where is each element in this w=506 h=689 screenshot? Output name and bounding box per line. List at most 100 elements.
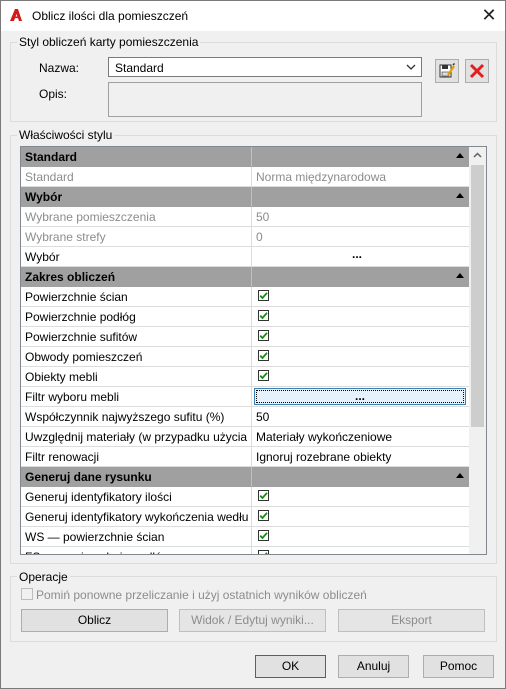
- skip-recalc-checkbox[interactable]: [21, 588, 33, 600]
- grid-property-row: Wybór...: [21, 247, 470, 267]
- grid-name-cell: Wybrane pomieszczenia: [21, 207, 252, 227]
- grid-property-row: Generuj identyfikatory wykończenia wedłu: [21, 507, 470, 527]
- scroll-thumb[interactable]: [471, 165, 484, 427]
- grid-value-cell[interactable]: Ignoruj rozebrane obiekty: [252, 447, 470, 467]
- grid-value-cell[interactable]: [252, 547, 470, 554]
- grid-name-cell: Współczynnik najwyższego sufitu (%): [21, 407, 252, 427]
- cancel-button-label: Anuluj: [356, 659, 391, 673]
- grid-value-cell[interactable]: [252, 367, 470, 387]
- property-checkbox[interactable]: [258, 490, 269, 501]
- save-style-button[interactable]: [435, 59, 459, 83]
- property-value: Norma międzynarodowa: [256, 170, 387, 184]
- grid-value-cell[interactable]: [252, 507, 470, 527]
- grid-value-cell[interactable]: ...: [252, 387, 470, 407]
- checkmark-icon: [264, 552, 268, 554]
- grid-property-row: Standard Norma międzynarodowa: [21, 167, 470, 187]
- ellipsis-label: ...: [354, 389, 365, 403]
- property-value: Ignoruj rozebrane obiekty: [256, 450, 392, 464]
- grid-name-cell: Wybrane strefy: [21, 227, 252, 247]
- dialog-title: Oblicz ilości dla pomieszczeń: [32, 9, 189, 23]
- property-name: Generuj identyfikatory ilości: [25, 490, 172, 504]
- grid-value-cell[interactable]: ...: [252, 247, 470, 267]
- checkmark-icon: [259, 512, 268, 520]
- grid-property-row: Filtr wyboru mebli...: [21, 387, 470, 407]
- property-name: Wybrane pomieszczenia: [25, 210, 156, 224]
- grid-name-cell: Zakres obliczeń: [21, 267, 252, 287]
- delete-style-button[interactable]: [465, 59, 489, 83]
- grid-name-cell: Generuj dane rysunku: [21, 467, 252, 487]
- grid-value-cell[interactable]: [252, 287, 470, 307]
- ok-button[interactable]: OK: [255, 655, 326, 678]
- grid-value-cell[interactable]: [252, 307, 470, 327]
- property-name: Generuj identyfikatory wykończenia wedłu: [25, 510, 249, 524]
- checkmark-icon: [259, 292, 268, 300]
- help-button[interactable]: Pomoc: [423, 655, 494, 678]
- property-name: Powierzchnie podłóg: [25, 310, 136, 324]
- export-button[interactable]: Eksport: [338, 609, 485, 632]
- property-name: Filtr wyboru mebli: [25, 390, 120, 404]
- grid-section-row[interactable]: Zakres obliczeń: [21, 267, 470, 287]
- collapse-arrow-icon[interactable]: [456, 273, 464, 278]
- grid-property-row: Filtr renowacji Ignoruj rozebrane obiekty: [21, 447, 470, 467]
- grid-value-cell[interactable]: 50: [252, 407, 470, 427]
- furniture-filter-button[interactable]: ...: [254, 388, 466, 405]
- property-checkbox[interactable]: [258, 330, 269, 341]
- property-name: Wybrane strefy: [25, 230, 106, 244]
- close-icon[interactable]: ✕: [481, 6, 497, 24]
- grid-value-cell[interactable]: [252, 487, 470, 507]
- property-checkbox[interactable]: [258, 550, 269, 554]
- collapse-arrow-icon[interactable]: [456, 193, 464, 198]
- grid-section-row[interactable]: Generuj dane rysunku: [21, 467, 470, 487]
- grid-name-cell: Filtr renowacji: [21, 447, 252, 467]
- grid-value-cell[interactable]: Materiały wykończeniowe: [252, 427, 470, 447]
- description-field[interactable]: [108, 82, 422, 117]
- property-name: Powierzchnie ścian: [25, 290, 128, 304]
- property-name: Standard: [25, 170, 74, 184]
- property-checkbox[interactable]: [258, 370, 269, 381]
- grid-value-cell[interactable]: [252, 527, 470, 547]
- property-grid: FS — powierzchnie podłóg WS — powierzchni…: [20, 146, 487, 555]
- checkmark-icon: [259, 352, 268, 360]
- grid-name-cell: Powierzchnie podłóg: [21, 307, 252, 327]
- property-checkbox[interactable]: [258, 310, 269, 321]
- property-name: WS — powierzchnie ścian: [25, 530, 165, 544]
- grid-value-cell[interactable]: [252, 327, 470, 347]
- grid-value-cell[interactable]: 50: [252, 207, 470, 227]
- autocad-logo-icon: [10, 9, 22, 21]
- property-checkbox[interactable]: [258, 510, 269, 521]
- property-name: Wybór: [25, 190, 63, 204]
- property-name: Uwzględnij materiały (w przypadku użycia: [25, 430, 248, 444]
- save-edit-icon: [439, 63, 455, 78]
- properties-group-label: Właściwości stylu: [17, 128, 115, 142]
- property-value: 50: [256, 210, 270, 224]
- grid-property-row: Generuj identyfikatory ilości: [21, 487, 470, 507]
- cancel-button[interactable]: Anuluj: [338, 655, 409, 678]
- property-checkbox[interactable]: [258, 530, 269, 541]
- grid-value-cell[interactable]: 0: [252, 227, 470, 247]
- scroll-up-icon[interactable]: [469, 147, 486, 164]
- grid-scrollbar[interactable]: [469, 147, 486, 554]
- style-name-combo[interactable]: Standard: [108, 57, 422, 77]
- grid-name-cell: Uwzględnij materiały (w przypadku użycia: [21, 427, 252, 447]
- property-name: Zakres obliczeń: [25, 270, 116, 284]
- ellipsis-button[interactable]: ...: [352, 247, 362, 261]
- collapse-arrow-icon[interactable]: [456, 153, 464, 158]
- grid-name-cell: Wybór: [21, 187, 252, 207]
- grid-section-row[interactable]: Standard: [21, 147, 470, 167]
- collapse-arrow-icon[interactable]: [456, 473, 464, 478]
- checkmark-icon: [259, 532, 268, 540]
- grid-name-cell: Standard: [21, 147, 252, 167]
- grid-section-row[interactable]: Wybór: [21, 187, 470, 207]
- compute-button[interactable]: Oblicz: [21, 609, 168, 632]
- property-value: 0: [256, 230, 263, 244]
- property-checkbox[interactable]: [258, 290, 269, 301]
- name-label: Nazwa:: [39, 61, 80, 75]
- title-bar: Oblicz ilości dla pomieszczeń ✕: [1, 1, 505, 31]
- property-name: Generuj dane rysunku: [25, 470, 152, 484]
- grid-property-row: Wybrane pomieszczenia 50: [21, 207, 470, 227]
- property-checkbox[interactable]: [258, 350, 269, 361]
- view-edit-results-button[interactable]: Widok / Edytuj wyniki...: [179, 609, 326, 632]
- grid-value-cell[interactable]: [252, 347, 470, 367]
- grid-value-cell[interactable]: Norma międzynarodowa: [252, 167, 470, 187]
- checkmark-icon: [259, 372, 268, 380]
